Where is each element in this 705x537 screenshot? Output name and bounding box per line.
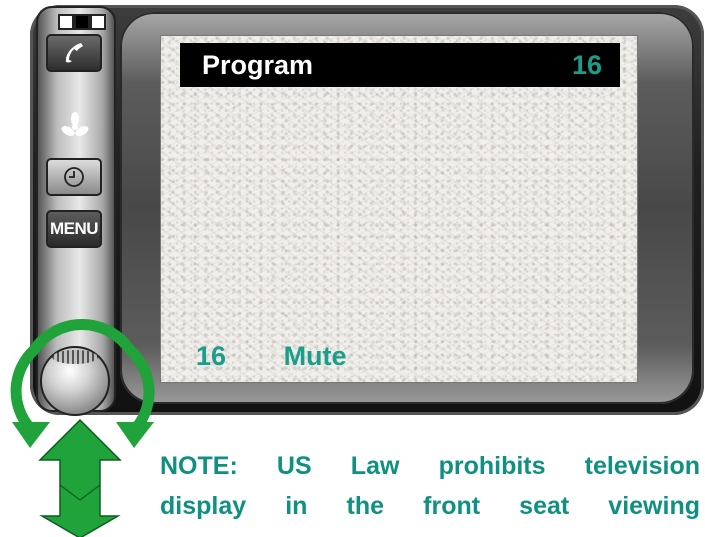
- legal-note: NOTE: US Law prohibits television displa…: [160, 446, 700, 526]
- program-title: Program: [202, 49, 314, 80]
- clock-icon: [64, 167, 84, 187]
- clock-button[interactable]: [46, 158, 102, 196]
- indicator-squares: [58, 14, 106, 30]
- volume-level: 16: [196, 341, 227, 371]
- note-line: NOTE: US Law prohibits television: [160, 452, 700, 480]
- tv-screen: Program 16 16 Mute: [160, 35, 638, 383]
- phone-button[interactable]: [46, 34, 102, 72]
- indicator-square: [74, 14, 90, 30]
- indicator-square: [90, 14, 106, 30]
- program-title-bar: Program 16: [180, 43, 620, 87]
- indicator-square: [58, 14, 74, 30]
- knob-grip: [52, 350, 98, 364]
- menu-label: MENU: [49, 219, 99, 238]
- mute-status: Mute: [283, 341, 347, 371]
- push-up-arrow-icon: [38, 418, 122, 537]
- status-bar: 16 Mute: [196, 341, 347, 372]
- channel-number: 16: [571, 49, 602, 80]
- note-line: display in the front seat viewing: [160, 492, 700, 520]
- menu-button[interactable]: MENU: [46, 210, 102, 248]
- knob-arrows: [10, 319, 155, 537]
- phone-icon: [65, 43, 83, 63]
- fan-icon[interactable]: [58, 110, 92, 144]
